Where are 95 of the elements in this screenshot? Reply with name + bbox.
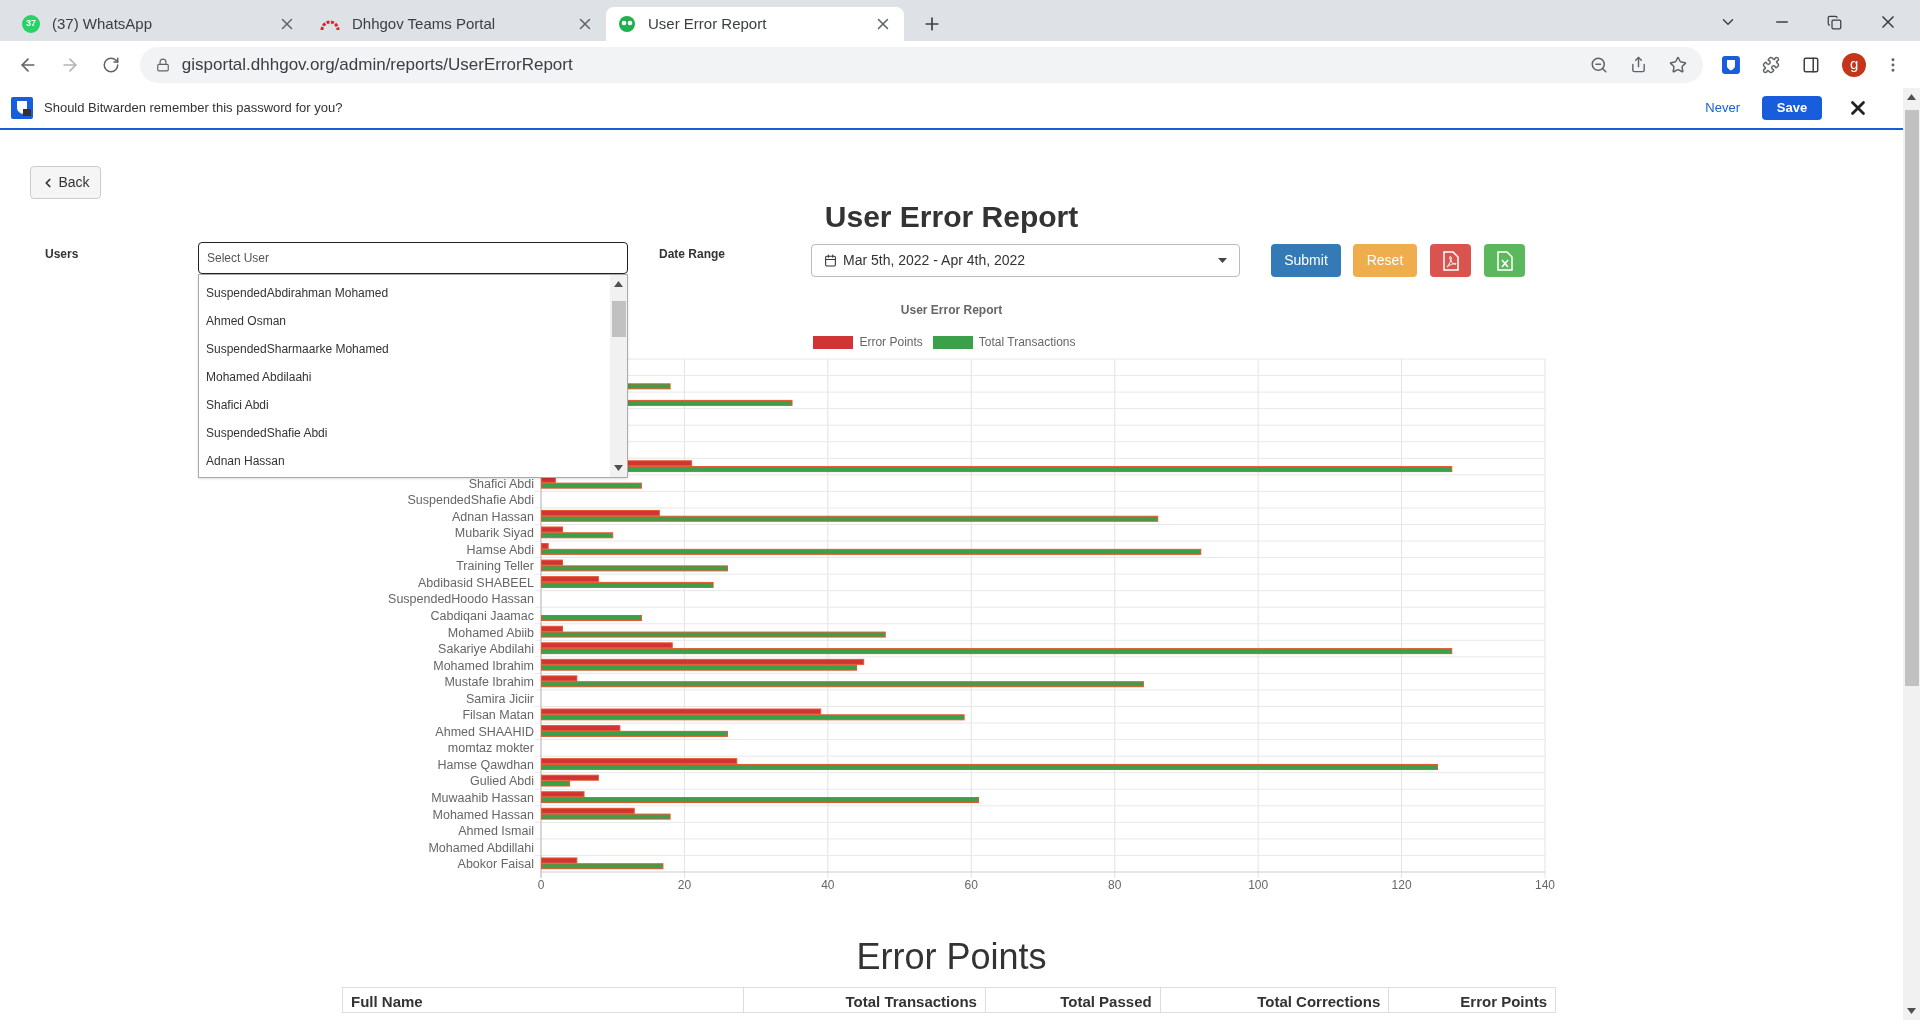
category-label: Sakariye Abdilahi	[438, 642, 534, 657]
category-label: Training Teller	[456, 559, 534, 574]
category-label: Ahmed Ismail	[458, 824, 534, 839]
legend-swatch[interactable]	[813, 335, 854, 349]
tick-label: 60	[964, 878, 978, 892]
up-arrow-icon[interactable]	[614, 281, 623, 287]
user-option[interactable]: SuspendedAbdirahman Mohamed	[199, 279, 610, 307]
chat-badge-icon: 37	[22, 15, 40, 33]
share-icon[interactable]	[1630, 56, 1648, 73]
category-label: Hamse Abdi	[466, 542, 534, 557]
tick-label: 140	[1535, 878, 1555, 892]
users-label: Users	[45, 246, 80, 263]
tab-title: (37) WhatsApp	[52, 13, 154, 34]
category-label: Gulied Abdi	[470, 774, 534, 789]
shield-lock-icon	[10, 96, 34, 120]
browser-tab[interactable]: Dhhgov Teams Portal	[308, 7, 606, 41]
url-text: gisportal.dhhgov.org/admin/reports/UserErrorReport	[181, 53, 574, 76]
category-label: Mohamed Hassan	[432, 807, 534, 822]
restore-icon[interactable]	[1827, 14, 1842, 30]
user-option[interactable]: Adnan Hassan	[199, 447, 610, 475]
category-label: Mustafe Ibrahim	[444, 675, 534, 690]
down-arrow-icon[interactable]	[1907, 1008, 1916, 1014]
page-scrollbar[interactable]	[1903, 88, 1920, 1020]
category-label: Ahmed SHAAHID	[435, 724, 534, 739]
user-option[interactable]: Shafici Abdi	[199, 391, 610, 419]
user-option[interactable]: SuspendedShafie Abdi	[199, 419, 610, 447]
category-label: Samira Jiciir	[465, 691, 534, 706]
category-label: Mohamed Abiib	[447, 625, 534, 640]
chart-title: User Error Report	[900, 302, 1003, 317]
date-range-value: Mar 5th, 2022 - Apr 4th, 2022	[843, 251, 1027, 270]
date-range-label: Date Range	[659, 246, 727, 263]
legend-label[interactable]: Total Transactions	[978, 333, 1076, 351]
profile-avatar[interactable]: g	[1842, 52, 1867, 77]
lock-icon	[155, 57, 170, 72]
category-label: Filsan Matan	[462, 708, 534, 723]
shield-extension-icon[interactable]	[1721, 54, 1742, 75]
pdf-export-button[interactable]	[1430, 244, 1471, 277]
tab-title: User Error Report	[648, 13, 768, 34]
tick-label: 40	[821, 878, 835, 892]
category-label: Mubarik Siyad	[454, 526, 534, 541]
never-link[interactable]: Never	[1705, 98, 1740, 118]
column-header[interactable]: Total Passed	[984, 988, 1160, 1012]
user-option[interactable]: Ahmed Osman	[199, 307, 610, 335]
page-title: User Error Report	[824, 199, 1079, 235]
section-heading: Error Points	[856, 935, 1047, 979]
category-label: Abdibasid SHABEEL	[417, 575, 534, 590]
category-label: Mohamed Ibrahim	[433, 658, 534, 673]
column-header[interactable]: Full Name	[343, 988, 744, 1012]
column-header[interactable]: Error Points	[1388, 988, 1555, 1012]
caret-icon	[1218, 258, 1227, 263]
tick-label: 100	[1248, 878, 1269, 892]
date-range-field[interactable]: Mar 5th, 2022 - Apr 4th, 2022	[811, 244, 1240, 277]
spreadsheet-file-icon	[1496, 250, 1513, 271]
save-button[interactable]: Save	[1762, 96, 1822, 120]
calendar-icon	[824, 254, 837, 267]
zoom-out-icon[interactable]	[1590, 55, 1609, 74]
user-option[interactable]: SuspendedSharmaarke Mohamed	[199, 335, 610, 363]
user-option[interactable]: Mohamed Abdilaahi	[199, 363, 610, 391]
category-label: SuspendedHoodo Hassan	[388, 592, 534, 607]
category-label: Abokor Faisal	[457, 857, 534, 872]
category-label: Hamse Qawdhan	[437, 757, 534, 772]
down-arrow-icon[interactable]	[614, 465, 623, 471]
legend-swatch[interactable]	[932, 335, 973, 349]
browser-tab[interactable]: User Error Report	[606, 7, 904, 41]
submit-button[interactable]: Submit	[1271, 244, 1341, 277]
tick-label: 20	[677, 878, 692, 892]
scrollbar-thumb[interactable]	[1904, 110, 1919, 686]
pdf-file-icon	[1442, 250, 1459, 271]
scrollbar[interactable]	[610, 275, 627, 477]
owl-logo-icon	[618, 15, 636, 33]
category-label: momtaz mokter	[447, 741, 534, 756]
puzzle-icon[interactable]	[1762, 55, 1781, 74]
up-arrow-icon[interactable]	[1907, 94, 1916, 100]
address-field[interactable]: gisportal.dhhgov.org/admin/reports/UserErrorReport	[139, 46, 1704, 83]
reload-icon[interactable]	[101, 55, 120, 74]
tab-title: Dhhgov Teams Portal	[352, 13, 497, 34]
category-label: Adnan Hassan	[452, 509, 534, 524]
scrollbar-thumb[interactable]	[611, 301, 626, 337]
user-select-field[interactable]: Select User	[198, 242, 628, 274]
star-icon[interactable]	[1669, 55, 1688, 74]
category-label: Mohamed Abdillahi	[428, 840, 534, 855]
tick-label: 80	[1108, 878, 1122, 892]
column-header[interactable]: Total Transactions	[743, 988, 985, 1012]
column-header[interactable]: Total Corrections	[1159, 988, 1389, 1012]
browser-tab[interactable]: 37 (37) WhatsApp	[10, 7, 308, 41]
prompt-message: Should Bitwarden remember this password for you?	[44, 99, 344, 118]
category-label: Muwaahib Hassan	[431, 791, 534, 806]
back-button[interactable]: Back	[30, 166, 101, 199]
category-label: Cabdiqani Jaamac	[430, 609, 534, 623]
category-label: Shafici Abdi	[468, 476, 534, 491]
tick-label: 120	[1391, 878, 1412, 892]
side-panel-icon[interactable]	[1802, 55, 1821, 74]
category-label: SuspendedShafie Abdi	[407, 493, 534, 508]
tick-label: 0	[537, 878, 545, 892]
legend-label[interactable]: Error Points	[859, 333, 923, 351]
